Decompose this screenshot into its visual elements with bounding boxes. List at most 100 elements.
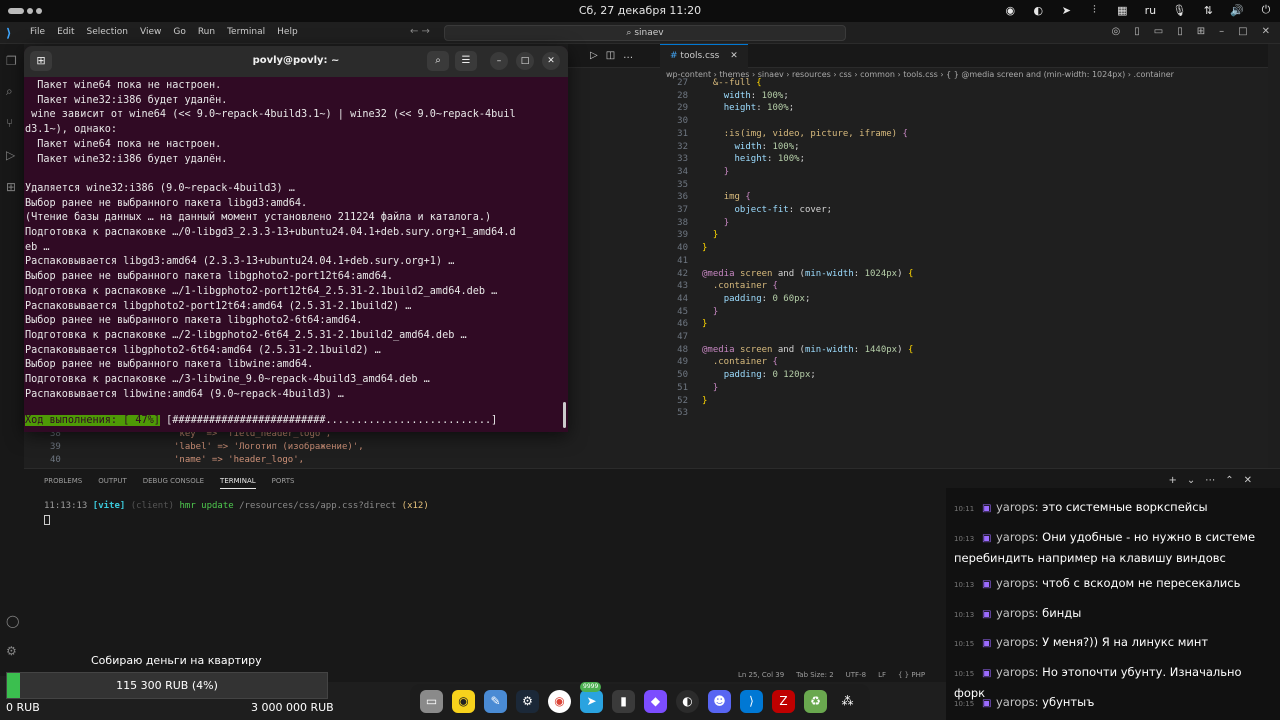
line-number: 29 bbox=[677, 103, 688, 114]
toggle-secondary-sidebar-icon[interactable]: ▯ bbox=[1177, 26, 1183, 37]
maximize-icon[interactable]: □ bbox=[516, 52, 534, 70]
source-control-icon[interactable]: ⑂ bbox=[6, 116, 20, 130]
panel-actions: + ⌄ ⋯ ⌃ ✕ bbox=[1168, 475, 1252, 486]
text-editor-icon[interactable]: ✎ bbox=[484, 690, 507, 713]
settings-gear-icon[interactable]: ⚙ bbox=[6, 644, 20, 658]
code-line: } bbox=[712, 306, 719, 317]
system-tray: ◉ ◐ ➤ ⫶ ▦ ru 🎙 ⇅ 🔊 ⏻ bbox=[1004, 3, 1272, 17]
menu-selection[interactable]: Selection bbox=[87, 27, 128, 37]
tab-problems[interactable]: PROBLEMS bbox=[44, 477, 82, 489]
line-number: 50 bbox=[677, 370, 688, 381]
terminal-icon[interactable]: ▮ bbox=[612, 690, 635, 713]
terminal-line: Выбор ранее не выбранного пакета libgd3:… bbox=[25, 197, 308, 209]
php-code-fragment[interactable]: 38 'key' => 'field_header_logo', 39 'lab… bbox=[24, 428, 568, 468]
menu-go[interactable]: Go bbox=[173, 27, 185, 37]
minimize-icon[interactable]: – bbox=[1219, 26, 1224, 37]
terminal-scrollbar[interactable] bbox=[563, 402, 566, 428]
more-actions-icon[interactable]: … bbox=[623, 50, 633, 61]
toggle-panel-icon[interactable]: ▭ bbox=[1154, 26, 1163, 37]
hamburger-menu-icon[interactable]: ☰ bbox=[455, 51, 477, 71]
split-editor-icon[interactable]: ◫ bbox=[606, 50, 615, 61]
extensions-icon[interactable]: ⊞ bbox=[6, 180, 20, 194]
telegram-tray-icon[interactable]: ➤ bbox=[1060, 4, 1072, 17]
chat-text: убунтыъ bbox=[1038, 695, 1095, 709]
encoding[interactable]: UTF-8 bbox=[846, 671, 866, 679]
run-debug-icon[interactable]: ▷ bbox=[6, 148, 20, 162]
account-icon[interactable]: ◯ bbox=[6, 614, 20, 628]
new-terminal-icon[interactable]: + bbox=[1168, 475, 1176, 486]
line-number: 53 bbox=[677, 408, 688, 419]
steam-tray-icon[interactable]: ◐ bbox=[1032, 4, 1044, 17]
line-number: 31 bbox=[677, 128, 688, 139]
customize-layout-icon[interactable]: ⊞ bbox=[1197, 26, 1205, 37]
line-number: 44 bbox=[677, 293, 688, 304]
volume-icon[interactable]: 🔊 bbox=[1230, 4, 1244, 17]
terminal-header[interactable]: ⊞ povly@povly: ~ ⌕ ☰ – □ ✕ bbox=[24, 46, 568, 77]
obsidian-icon[interactable]: ◆ bbox=[644, 690, 667, 713]
microphone-icon[interactable]: 🎙 bbox=[1172, 4, 1186, 17]
close-icon[interactable]: ✕ bbox=[1262, 26, 1270, 37]
tab-tools-css[interactable]: # tools.css ✕ bbox=[660, 44, 748, 68]
line-number: 41 bbox=[677, 255, 688, 266]
keyboard-tray-icon[interactable]: ▦ bbox=[1116, 4, 1128, 17]
donation-progress-text: 115 300 RUB (4%) bbox=[116, 679, 218, 692]
menu-run[interactable]: Run bbox=[198, 27, 215, 37]
discord-icon[interactable]: ☻ bbox=[708, 690, 731, 713]
code-line: :is(img, video, picture, iframe) { bbox=[723, 128, 908, 139]
close-tab-icon[interactable]: ✕ bbox=[730, 51, 738, 61]
terminal-line: Подготовка к распаковке …/3-libwine_9.0~… bbox=[25, 374, 430, 386]
run-icon[interactable]: ▷ bbox=[590, 50, 598, 61]
minimize-icon[interactable]: – bbox=[490, 52, 508, 70]
activity-bar: ❐ ⌕ ⑂ ▷ ⊞ ◯ ⚙ bbox=[0, 44, 24, 676]
files-icon[interactable]: ▭ bbox=[420, 690, 443, 713]
tab-output[interactable]: OUTPUT bbox=[98, 477, 127, 489]
chevron-down-icon[interactable]: ⌄ bbox=[1187, 475, 1195, 486]
terminal-output[interactable]: Пакет wine64 пока не настроен. Пакет win… bbox=[25, 79, 565, 402]
toggle-sidebar-icon[interactable]: ▯ bbox=[1134, 26, 1140, 37]
chat-message: 10:15 ▣ yarops: У меня?)) Я на линукс минт bbox=[954, 633, 1274, 654]
cursor-position[interactable]: Ln 25, Col 39 bbox=[738, 671, 784, 679]
trash-icon[interactable]: ♻ bbox=[804, 690, 827, 713]
close-icon[interactable]: ✕ bbox=[542, 52, 560, 70]
search-icon[interactable]: ⌕ bbox=[6, 84, 20, 98]
gnome-terminal-window[interactable]: ⊞ povly@povly: ~ ⌕ ☰ – □ ✕ Пакет wine64 … bbox=[24, 46, 568, 432]
menu-edit[interactable]: Edit bbox=[57, 27, 74, 37]
hmr-text: hmr update bbox=[179, 501, 234, 511]
tab-ports[interactable]: PORTS bbox=[272, 477, 295, 489]
search-icon[interactable]: ⌕ bbox=[427, 51, 449, 71]
menu-terminal[interactable]: Terminal bbox=[227, 27, 265, 37]
twitch-icon: ▣ bbox=[982, 503, 992, 514]
command-center-search[interactable]: ⌕ sinaev bbox=[444, 25, 846, 41]
telegram-icon[interactable]: ➤ 9999 bbox=[580, 682, 603, 713]
network-icon[interactable]: ⇅ bbox=[1202, 4, 1214, 17]
tab-size[interactable]: Tab Size: 2 bbox=[796, 671, 833, 679]
timestamp: 11:13:13 bbox=[44, 501, 88, 511]
maximize-icon[interactable]: □ bbox=[1238, 26, 1247, 37]
power-icon[interactable]: ⏻ bbox=[1260, 3, 1272, 17]
mixer-tray-icon[interactable]: ⫶ bbox=[1088, 3, 1100, 17]
menu-view[interactable]: View bbox=[140, 27, 161, 37]
more-actions-icon[interactable]: ⋯ bbox=[1205, 475, 1215, 486]
language-indicator[interactable]: ru bbox=[1144, 4, 1157, 17]
tab-debug-console[interactable]: DEBUG CONSOLE bbox=[143, 477, 204, 489]
line-ending[interactable]: LF bbox=[878, 671, 886, 679]
obs-tray-icon[interactable]: ◉ bbox=[1004, 4, 1016, 17]
maximize-panel-icon[interactable]: ⌃ bbox=[1225, 475, 1233, 486]
tab-terminal[interactable]: TERMINAL bbox=[220, 477, 256, 489]
vscode-icon[interactable]: ⟩ bbox=[740, 690, 763, 713]
explorer-icon[interactable]: ❐ bbox=[6, 54, 20, 68]
menu-help[interactable]: Help bbox=[277, 27, 298, 37]
copilot-icon[interactable]: ◎ bbox=[1112, 26, 1121, 37]
line-number: 45 bbox=[677, 306, 688, 317]
chrome-icon[interactable]: ◉ bbox=[548, 690, 571, 713]
menu-file[interactable]: File bbox=[30, 27, 45, 37]
line-number: 32 bbox=[677, 141, 688, 152]
steam-icon[interactable]: ⚙ bbox=[516, 690, 539, 713]
apps-grid-icon[interactable]: ⁂ bbox=[836, 690, 859, 713]
rhythmbox-icon[interactable]: ◉ bbox=[452, 690, 475, 713]
filezilla-icon[interactable]: Z bbox=[772, 690, 795, 713]
nav-arrows[interactable]: ← → bbox=[410, 26, 430, 37]
close-panel-icon[interactable]: ✕ bbox=[1244, 475, 1252, 486]
language-mode[interactable]: { } PHP bbox=[898, 671, 925, 679]
obs-icon[interactable]: ◐ bbox=[676, 690, 699, 713]
